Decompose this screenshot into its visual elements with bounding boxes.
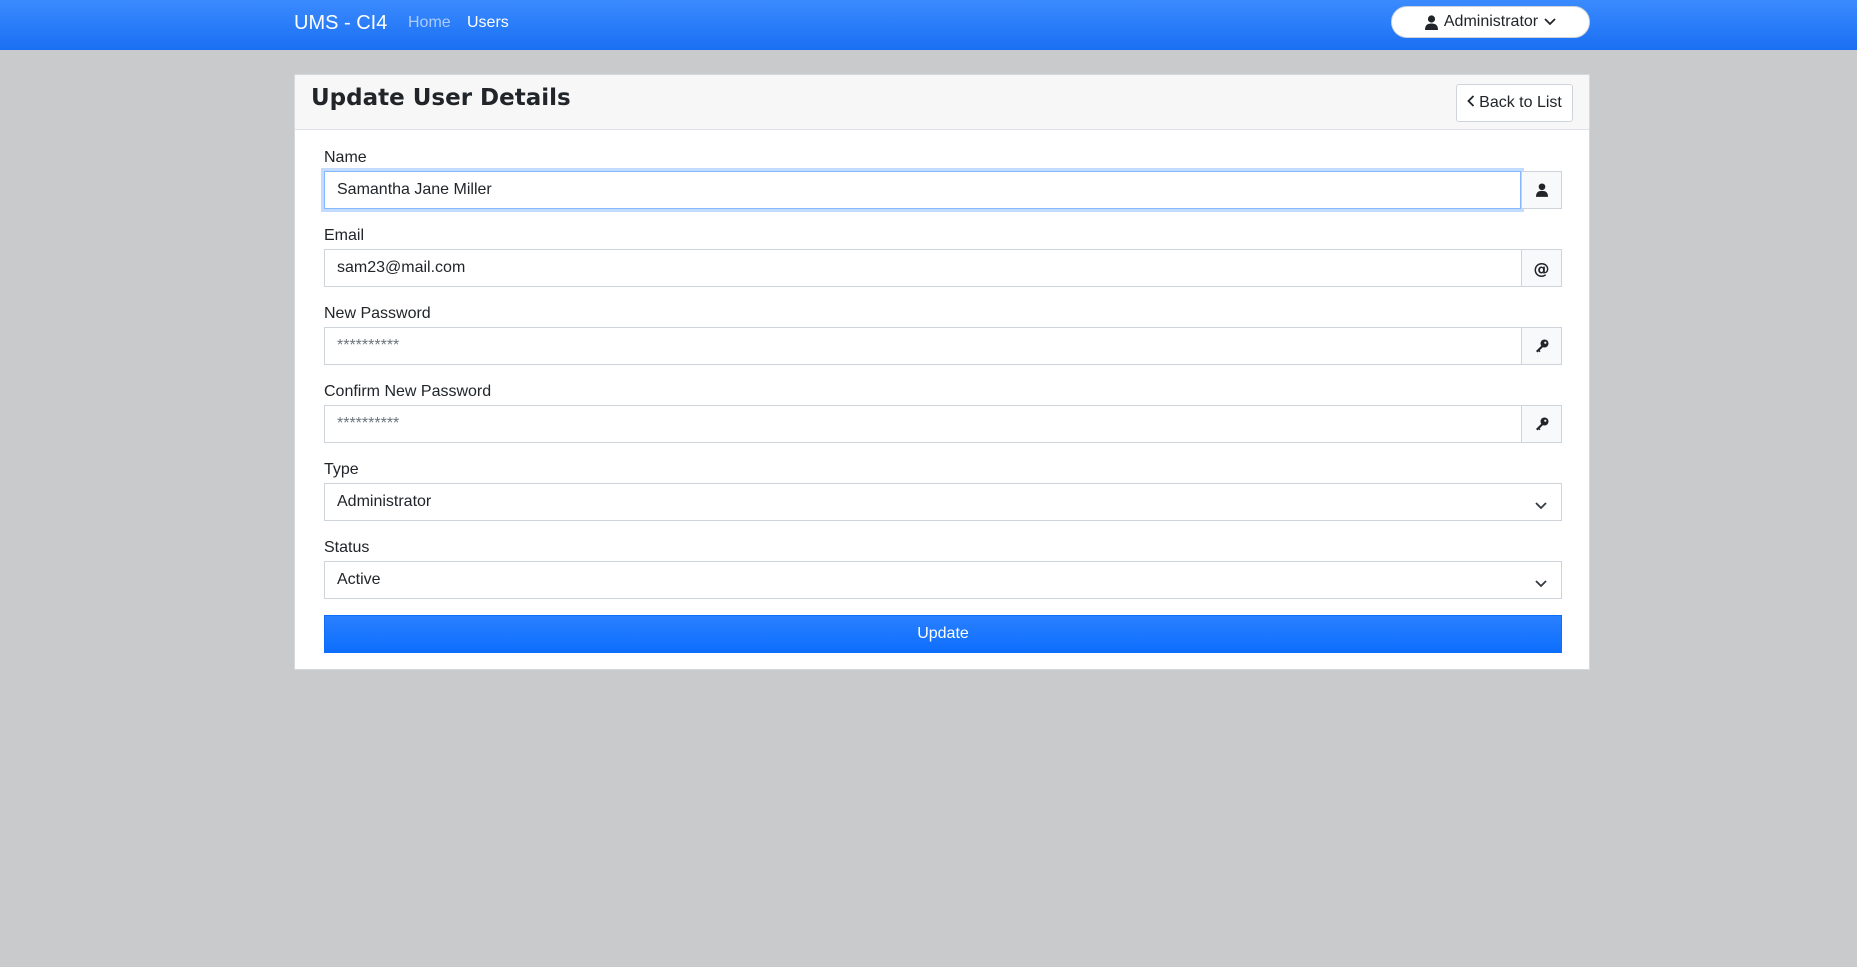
new-password-input-group [324, 327, 1562, 365]
name-input-group [324, 171, 1562, 209]
key-icon [1521, 327, 1562, 365]
card-header: Update User Details Back to List [295, 75, 1589, 130]
update-button[interactable]: Update [324, 615, 1562, 653]
at-icon: @ [1521, 249, 1562, 287]
page-title: Update User Details [311, 85, 571, 111]
brand-logo[interactable]: UMS - CI4 [294, 0, 387, 46]
back-to-list-label: Back to List [1479, 94, 1562, 111]
new-password-input[interactable] [324, 327, 1521, 365]
type-label: Type [324, 461, 359, 478]
email-input-group: @ [324, 249, 1562, 287]
confirm-password-input[interactable] [324, 405, 1521, 443]
confirm-password-label: Confirm New Password [324, 383, 492, 400]
user-menu-label: Administrator [1443, 13, 1539, 30]
status-selected-value: Active [337, 571, 381, 588]
user-icon [1521, 171, 1562, 209]
top-navbar: UMS - CI4 Home Users Administrator [0, 0, 1857, 50]
back-to-list-button[interactable]: Back to List [1456, 84, 1573, 122]
chevron-down-icon [1544, 18, 1556, 26]
type-selected-value: Administrator [337, 493, 432, 510]
email-input[interactable] [324, 249, 1521, 287]
type-select[interactable]: Administrator [324, 483, 1562, 521]
name-input[interactable] [324, 171, 1521, 209]
name-label: Name [324, 149, 367, 166]
update-user-card: Update User Details Back to List Name Em… [294, 74, 1590, 670]
chevron-down-icon [1535, 575, 1547, 593]
chevron-left-icon [1467, 94, 1475, 112]
confirm-password-input-group [324, 405, 1562, 443]
status-label: Status [324, 539, 370, 556]
status-select[interactable]: Active [324, 561, 1562, 599]
user-menu-button[interactable]: Administrator [1391, 6, 1590, 38]
chevron-down-icon [1535, 497, 1547, 515]
email-label: Email [324, 227, 365, 244]
nav-link-users[interactable]: Users [467, 0, 509, 46]
key-icon [1521, 405, 1562, 443]
user-icon [1424, 14, 1438, 30]
nav-link-home[interactable]: Home [408, 0, 451, 46]
new-password-label: New Password [324, 305, 431, 322]
